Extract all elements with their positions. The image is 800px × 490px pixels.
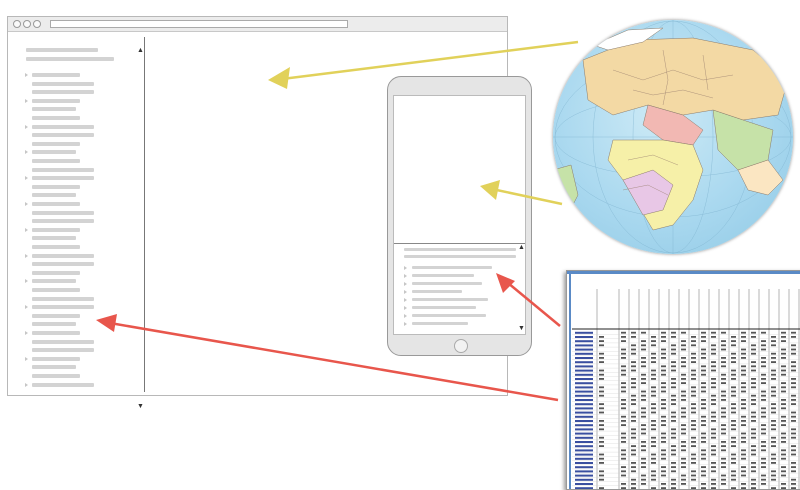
sheet-data-cell — [741, 487, 746, 489]
sheet-data-cell — [701, 487, 706, 489]
arrowhead-icon — [96, 314, 117, 332]
sheet-data-cell — [771, 487, 776, 489]
sheet-data-cell — [791, 487, 796, 489]
sheet-data-cell — [711, 487, 716, 489]
sheet-data-cell — [751, 487, 756, 489]
sheet-data-cell — [631, 487, 636, 489]
sheet-data-cell — [651, 487, 656, 489]
map-to-desktop-arrow — [281, 40, 579, 81]
sheet-data-cell — [621, 487, 626, 489]
arrowhead-icon — [268, 67, 290, 89]
sheet-data-cell — [671, 487, 676, 489]
arrowhead-icon — [496, 273, 515, 293]
map-to-phone-arrow — [491, 187, 563, 206]
arrows-layer — [96, 40, 579, 402]
sheet-data-cell — [731, 487, 736, 489]
table-to-desktop-arrow — [109, 321, 559, 402]
sheet-data-cell — [661, 487, 666, 489]
sheet-data-cell — [599, 487, 604, 489]
arrowhead-icon — [480, 180, 500, 200]
sheet-data-cell — [691, 487, 696, 489]
sheet-row-id-cell — [575, 487, 593, 489]
sheet-data-cell — [781, 487, 786, 489]
table-to-phone-arrow — [507, 282, 561, 327]
